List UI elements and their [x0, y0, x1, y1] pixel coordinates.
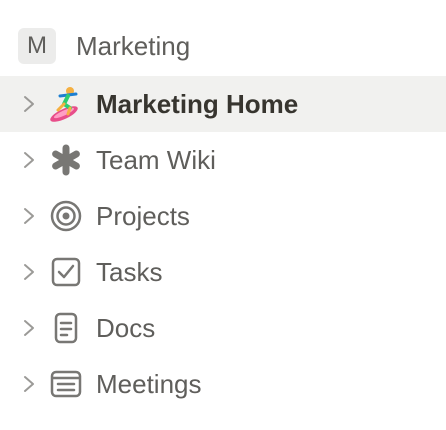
workspace-avatar: M	[18, 28, 56, 64]
surfer-emoji-icon	[48, 86, 84, 122]
document-icon	[48, 310, 84, 346]
chevron-right-icon[interactable]	[20, 76, 38, 132]
sidebar-item-docs[interactable]: Docs	[0, 300, 446, 356]
sidebar-item-label: Projects	[96, 201, 190, 231]
page-list: Marketing Home Team Wiki Projects Tasks …	[0, 76, 446, 412]
asterisk-icon	[48, 142, 84, 178]
chevron-right-icon[interactable]	[20, 300, 38, 356]
sidebar-item-projects[interactable]: Projects	[0, 188, 446, 244]
chevron-right-icon[interactable]	[20, 244, 38, 300]
workspace-name: Marketing	[76, 30, 191, 61]
sidebar-item-label: Tasks	[96, 257, 163, 287]
workspace-switcher[interactable]: M Marketing	[18, 28, 190, 64]
sidebar-item-tasks[interactable]: Tasks	[0, 244, 446, 300]
sidebar: M Marketing Marketing Home Team Wiki Pro…	[0, 0, 446, 430]
chevron-right-icon[interactable]	[20, 356, 38, 412]
target-icon	[48, 198, 84, 234]
chevron-right-icon[interactable]	[20, 188, 38, 244]
sidebar-item-label: Marketing Home	[96, 89, 299, 119]
notes-icon	[48, 366, 84, 402]
sidebar-item-label: Meetings	[96, 369, 202, 399]
sidebar-item-meetings[interactable]: Meetings	[0, 356, 446, 412]
sidebar-item-team-wiki[interactable]: Team Wiki	[0, 132, 446, 188]
chevron-right-icon[interactable]	[20, 132, 38, 188]
sidebar-item-marketing-home[interactable]: Marketing Home	[0, 76, 446, 132]
checkbox-icon	[48, 254, 84, 290]
sidebar-item-label: Team Wiki	[96, 145, 216, 175]
sidebar-item-label: Docs	[96, 313, 156, 343]
